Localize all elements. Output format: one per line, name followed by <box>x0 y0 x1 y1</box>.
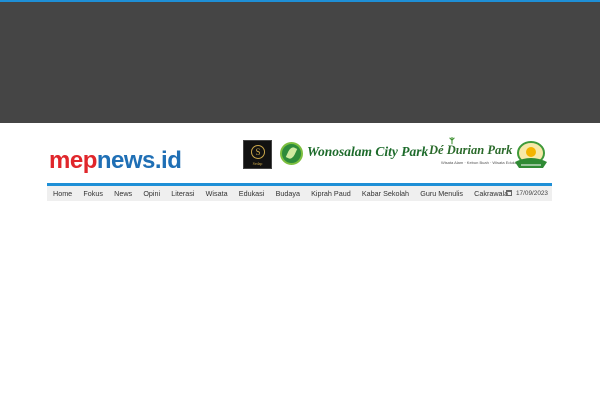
nav-item-budaya[interactable]: Budaya <box>270 186 306 201</box>
leaf-icon <box>280 142 303 165</box>
site-logo[interactable]: mepnews.id <box>49 147 182 175</box>
nav-item-news[interactable]: News <box>109 186 138 201</box>
top-ad-band <box>0 0 600 123</box>
nav-item-kiprah-paud[interactable]: Kiprah Paud <box>306 186 357 201</box>
sponsor-tagline: Wisata Alam · Kebun Buah · Wisata Edukas… <box>441 160 520 165</box>
logo-part-blue: news.id <box>96 147 182 174</box>
sponsor-logo-text: Sedap <box>252 161 263 166</box>
sponsor-crest-icon[interactable] <box>513 140 549 170</box>
nav-item-literasi[interactable]: Literasi <box>166 186 200 201</box>
nav-item-home[interactable]: Home <box>47 186 78 201</box>
nav-item-edukasi[interactable]: Edukasi <box>233 186 270 201</box>
nav-menu: Home Fokus News Opini Literasi Wisata Ed… <box>47 186 514 201</box>
nav-item-wisata[interactable]: Wisata <box>200 186 233 201</box>
sponsor-wonosalam-city-park[interactable]: Wonosalam City Park <box>307 144 428 160</box>
site-header: mepnews.id S Sedap Wonosalam City Park D… <box>0 123 600 183</box>
calendar-icon <box>506 190 512 196</box>
current-date: 17/09/2023 <box>506 186 548 201</box>
date-text: 17/09/2023 <box>516 190 548 197</box>
nav-item-fokus[interactable]: Fokus <box>78 186 109 201</box>
sponsor-logo-sedap[interactable]: S Sedap <box>243 140 272 169</box>
nav-item-kabar-sekolah[interactable]: Kabar Sekolah <box>356 186 414 201</box>
sponsor-logo-mark: S <box>251 145 265 159</box>
sponsor-de-durian-park[interactable]: Dé Durian Park <box>429 143 512 158</box>
nav-item-opini[interactable]: Opini <box>138 186 166 201</box>
main-navigation: Home Fokus News Opini Literasi Wisata Ed… <box>47 183 552 201</box>
sponsor-banner[interactable]: S Sedap Wonosalam City Park Dé Durian Pa… <box>243 137 551 172</box>
logo-part-red: mep <box>49 147 97 174</box>
nav-item-guru-menulis[interactable]: Guru Menulis <box>415 186 469 201</box>
